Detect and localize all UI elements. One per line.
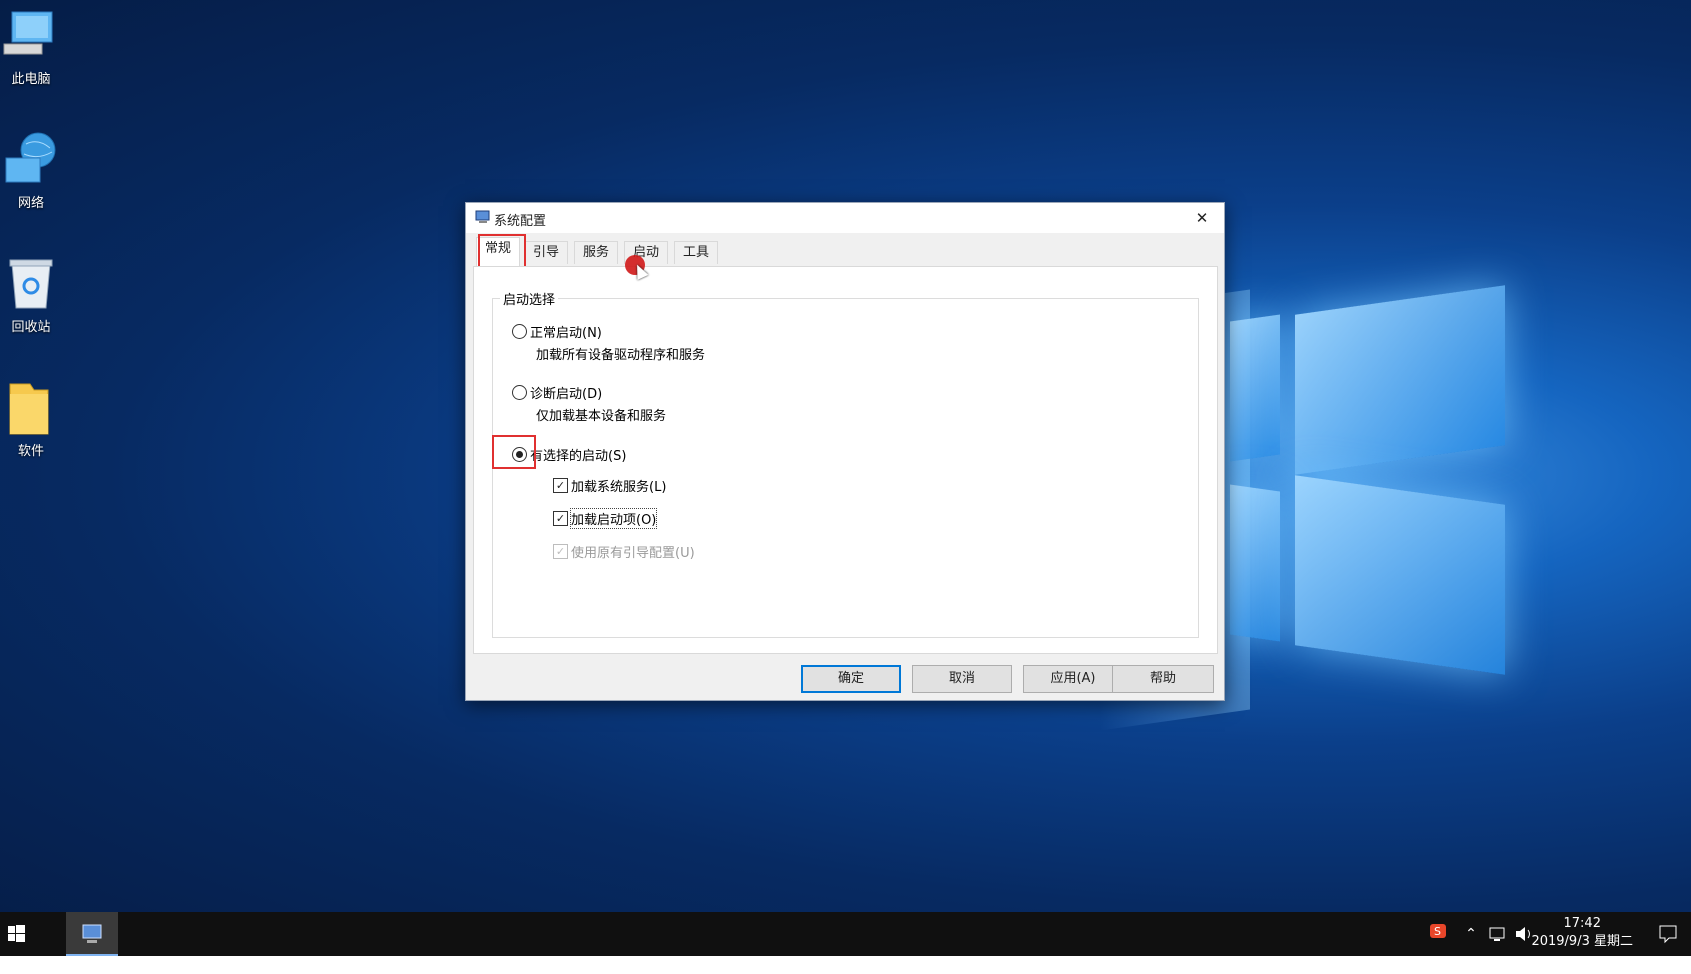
apply-button[interactable]: 应用(A) <box>1023 665 1123 693</box>
checkbox-load-system-services[interactable]: ✓ <box>553 478 568 493</box>
computer-icon <box>2 6 60 64</box>
option-label-selective: 有选择的启动(S) <box>530 449 627 464</box>
desktop-icon-label: 软件 <box>17 444 44 459</box>
sogou-ime-icon[interactable]: S <box>1428 912 1448 956</box>
desktop-icon-network[interactable]: 网络 <box>0 130 62 211</box>
windows-logo-icon <box>8 925 25 942</box>
taskbar: S ⌃ 17:42 2019/9/3 星期二 <box>0 912 1691 956</box>
system-config-window: 系统配置 ✕ 常规 引导 服务 启动 工具 启动选择 正常启动(N) 加载所有设… <box>465 202 1225 701</box>
desktop-icon-software-folder[interactable]: 软件 <box>0 378 62 459</box>
clock-time: 17:42 <box>1563 916 1601 931</box>
taskbar-clock[interactable]: 17:42 2019/9/3 星期二 <box>1531 915 1633 951</box>
notification-icon[interactable] <box>1653 912 1683 956</box>
desktop-icon-label: 回收站 <box>11 320 51 335</box>
logo-pane-tr <box>1295 285 1505 475</box>
msconfig-app-icon <box>475 210 491 224</box>
logo-pane-bl-small <box>1230 484 1280 642</box>
radio-normal-startup[interactable] <box>512 324 527 339</box>
group-label: 启动选择 <box>500 289 559 308</box>
window-title: 系统配置 <box>494 214 547 229</box>
option-label-normal: 正常启动(N) <box>530 326 602 341</box>
close-button[interactable]: ✕ <box>1180 203 1224 233</box>
checkbox-label-system-services: 加载系统服务(L) <box>571 480 667 495</box>
checkbox-load-startup-items[interactable]: ✓ <box>553 511 568 526</box>
option-desc-diagnostic: 仅加载基本设备和服务 <box>536 409 667 424</box>
highlight-box-selective-radio <box>492 435 536 469</box>
start-button[interactable] <box>0 912 32 956</box>
msconfig-taskbar-icon <box>82 924 102 943</box>
tab-boot[interactable]: 引导 <box>524 241 569 264</box>
option-label-diagnostic: 诊断启动(D) <box>530 387 603 402</box>
help-button[interactable]: 帮助 <box>1112 665 1214 693</box>
logo-pane-br <box>1295 475 1505 675</box>
taskbar-msconfig-app[interactable] <box>66 912 118 956</box>
radio-diagnostic-startup[interactable] <box>512 385 527 400</box>
tab-tools[interactable]: 工具 <box>674 241 719 264</box>
title-bar[interactable]: 系统配置 ✕ <box>466 203 1224 233</box>
clock-date: 2019/9/3 星期二 <box>1531 934 1633 949</box>
folder-icon <box>2 378 60 436</box>
desktop-background: 此电脑 网络 回收站 软件 系统配置 ✕ 常规 引导 服务 启动 工具 启动选择… <box>0 0 1691 912</box>
tab-services[interactable]: 服务 <box>574 241 619 264</box>
general-tab-panel: 启动选择 正常启动(N) 加载所有设备驱动程序和服务 诊断启动(D) 仅加载基本… <box>473 266 1218 654</box>
ok-button[interactable]: 确定 <box>801 665 901 693</box>
network-icon[interactable] <box>1486 912 1508 956</box>
recycle-bin-icon <box>2 254 60 312</box>
option-desc-normal: 加载所有设备驱动程序和服务 <box>536 348 706 363</box>
cancel-button[interactable]: 取消 <box>912 665 1012 693</box>
desktop-icon-label: 网络 <box>17 196 44 211</box>
logo-pane-tl-small <box>1230 314 1280 462</box>
desktop-icon-recycle-bin[interactable]: 回收站 <box>0 254 62 335</box>
tab-strip: 常规 引导 服务 启动 工具 <box>476 237 1076 269</box>
network-globe-icon <box>2 130 60 188</box>
checkbox-label-startup-items: 加载启动项(O) <box>569 508 658 529</box>
chevron-up-icon[interactable]: ⌃ <box>1462 912 1480 956</box>
svg-text:S: S <box>1434 925 1441 938</box>
checkbox-label-original-boot-config: 使用原有引导配置(U) <box>571 546 695 561</box>
desktop-icon-label: 此电脑 <box>11 72 51 87</box>
checkbox-use-original-boot-config[interactable]: ✓ <box>553 544 568 559</box>
desktop-icon-this-pc[interactable]: 此电脑 <box>0 6 62 87</box>
